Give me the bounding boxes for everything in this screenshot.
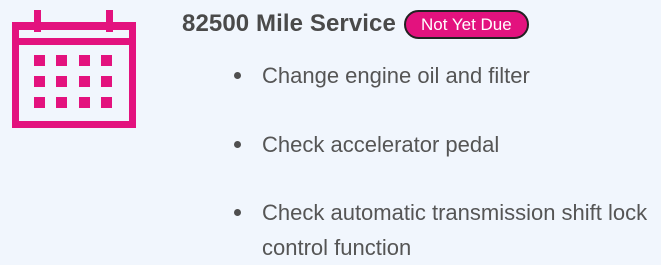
service-card: 82500 Mile Service Not Yet Due Change en… [0, 0, 661, 260]
status-badge: Not Yet Due [403, 9, 529, 39]
service-header: 82500 Mile Service Not Yet Due [182, 6, 652, 42]
task-label: Check accelerator pedal [262, 132, 500, 157]
task-label: Change engine oil and filter [262, 63, 530, 88]
task-list: Change engine oil and filter Check accel… [228, 58, 648, 265]
bullet-icon [234, 209, 241, 216]
bullet-icon [234, 72, 241, 79]
list-item: Check accelerator pedal [228, 127, 648, 162]
bullet-icon [234, 141, 241, 148]
service-title: 82500 Mile Service [182, 10, 396, 37]
calendar-icon [12, 10, 136, 128]
service-details: 82500 Mile Service Not Yet Due [182, 6, 652, 42]
list-item: Check automatic transmission shift lock … [228, 195, 648, 265]
list-item: Change engine oil and filter [228, 58, 648, 93]
task-label: Check automatic transmission shift lock … [262, 200, 648, 260]
